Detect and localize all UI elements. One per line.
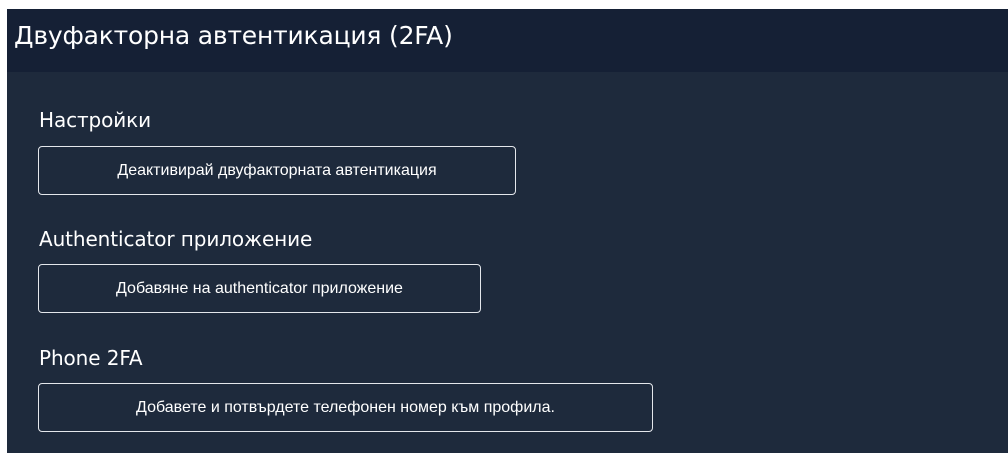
phone-2fa-section-title: Phone 2FA — [39, 346, 143, 370]
panel-content: Настройки Деактивирай двуфакторната авте… — [7, 72, 1008, 453]
page-title: Двуфакторна автентикация (2FA) — [14, 21, 453, 50]
deactivate-2fa-button[interactable]: Деактивирай двуфакторната автентикация — [38, 146, 516, 195]
panel-header: Двуфакторна автентикация (2FA) — [7, 9, 1008, 72]
authenticator-section-title: Authenticator приложение — [39, 227, 313, 251]
add-authenticator-app-button[interactable]: Добавяне на authenticator приложение — [38, 264, 481, 313]
two-factor-auth-panel: Двуфакторна автентикация (2FA) Настройки… — [7, 9, 1008, 453]
add-phone-number-button[interactable]: Добавете и потвърдете телефонен номер къ… — [38, 383, 653, 432]
settings-section-title: Настройки — [39, 108, 152, 132]
